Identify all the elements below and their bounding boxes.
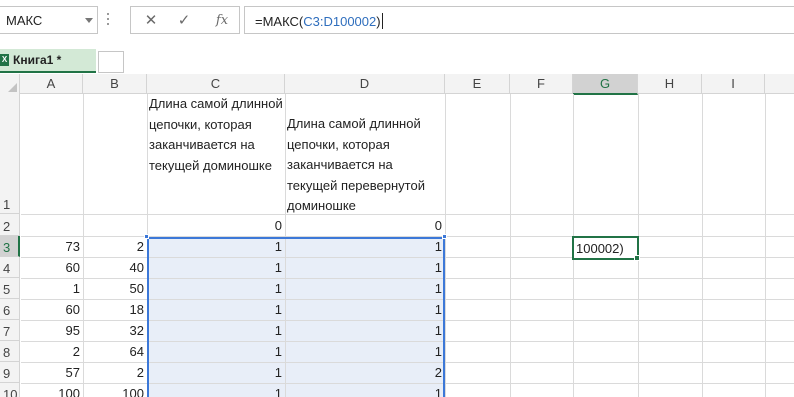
cell-b4[interactable]: 40 — [83, 260, 144, 275]
column-header-g[interactable]: G — [573, 74, 638, 95]
cell-b5[interactable]: 50 — [83, 281, 144, 296]
cell-area[interactable]: Длина самой длинной цепочки, которая зак… — [21, 94, 794, 397]
cell-a4[interactable]: 60 — [21, 260, 80, 275]
cell-a7[interactable]: 95 — [21, 323, 80, 338]
cell-c1[interactable]: Длина самой длинной цепочки, которая зак… — [149, 94, 285, 176]
row-header-5[interactable]: 5 — [0, 278, 20, 299]
column-header-d[interactable]: D — [285, 74, 445, 94]
range-handle-top-left[interactable] — [144, 234, 149, 239]
check-icon[interactable]: ✓ — [173, 10, 195, 30]
formula-range-reference: C3:D100002 — [303, 14, 377, 29]
name-box-value: МАКС — [6, 13, 43, 28]
text-caret — [381, 13, 383, 29]
selected-range-border — [147, 237, 445, 397]
cancel-icon[interactable]: ✕ — [140, 10, 162, 30]
select-all-button[interactable] — [0, 74, 20, 94]
row-header-9[interactable]: 9 — [0, 362, 20, 383]
row-header-7[interactable]: 7 — [0, 320, 20, 341]
cell-b8[interactable]: 64 — [83, 344, 144, 359]
cell-b9[interactable]: 2 — [83, 365, 144, 380]
row-headers: 1 2 3 4 5 6 7 8 9 10 — [0, 94, 20, 397]
cell-b7[interactable]: 32 — [83, 323, 144, 338]
column-header-h[interactable]: H — [638, 74, 702, 94]
select-all-icon — [8, 83, 17, 92]
insert-function-button[interactable]: fx — [211, 10, 233, 30]
row-header-8[interactable]: 8 — [0, 341, 20, 362]
name-box[interactable]: МАКС — [0, 6, 98, 34]
row-header-3[interactable]: 3 — [0, 236, 20, 257]
formula-text: =МАКС(C3:D100002) — [255, 13, 383, 29]
workbook-tab-label: Книга1 * — [13, 53, 62, 67]
row-header-4[interactable]: 4 — [0, 257, 20, 278]
row-header-6[interactable]: 6 — [0, 299, 20, 320]
spreadsheet-grid: A B C D E F G H I 1 2 3 4 5 6 7 8 9 10 Д… — [0, 74, 794, 397]
cell-b3[interactable]: 2 — [83, 239, 144, 254]
cell-a6[interactable]: 60 — [21, 302, 80, 317]
cell-a5[interactable]: 1 — [21, 281, 80, 296]
cell-a10[interactable]: 100 — [21, 386, 80, 397]
active-cell-text: 100002) — [576, 241, 624, 256]
drag-handle-icon[interactable] — [107, 13, 110, 27]
workbook-tab[interactable]: X Книга1 * — [0, 49, 96, 73]
formula-prefix: =МАКС( — [255, 14, 304, 29]
row-header-2[interactable]: 2 — [0, 214, 20, 236]
excel-icon: X — [0, 54, 9, 66]
workbook-tab-strip: X Книга1 * — [0, 45, 794, 75]
new-workbook-tab[interactable] — [98, 51, 124, 73]
cell-a9[interactable]: 57 — [21, 365, 80, 380]
fill-handle[interactable] — [634, 255, 640, 261]
active-cell[interactable]: 100002) — [572, 236, 639, 260]
formula-input[interactable]: =МАКС(C3:D100002) — [244, 6, 794, 34]
column-header-a[interactable]: A — [20, 74, 83, 94]
column-header-e[interactable]: E — [445, 74, 510, 94]
formula-suffix: ) — [376, 14, 381, 29]
column-headers: A B C D E F G H I — [0, 74, 794, 95]
row-header-10[interactable]: 10 — [0, 383, 20, 397]
column-header-i[interactable]: I — [702, 74, 765, 94]
formula-bar: МАКС ✕ ✓ fx =МАКС(C3:D100002) — [0, 0, 794, 45]
column-header-c[interactable]: C — [147, 74, 285, 94]
cell-a3[interactable]: 73 — [21, 239, 80, 254]
chevron-down-icon[interactable] — [85, 18, 93, 23]
cell-a8[interactable]: 2 — [21, 344, 80, 359]
column-header-b[interactable]: B — [83, 74, 147, 94]
cell-b10[interactable]: 100 — [83, 386, 144, 397]
column-header-f[interactable]: F — [510, 74, 573, 94]
cell-b6[interactable]: 18 — [83, 302, 144, 317]
cell-c2[interactable]: 0 — [147, 218, 282, 233]
formula-buttons: ✕ ✓ fx — [130, 6, 240, 34]
cell-d2[interactable]: 0 — [285, 218, 442, 233]
cell-d1[interactable]: Длина самой длинной цепочки, которая зак… — [287, 114, 445, 217]
row-header-1[interactable]: 1 — [0, 94, 20, 214]
range-handle-top-right[interactable] — [442, 234, 447, 239]
